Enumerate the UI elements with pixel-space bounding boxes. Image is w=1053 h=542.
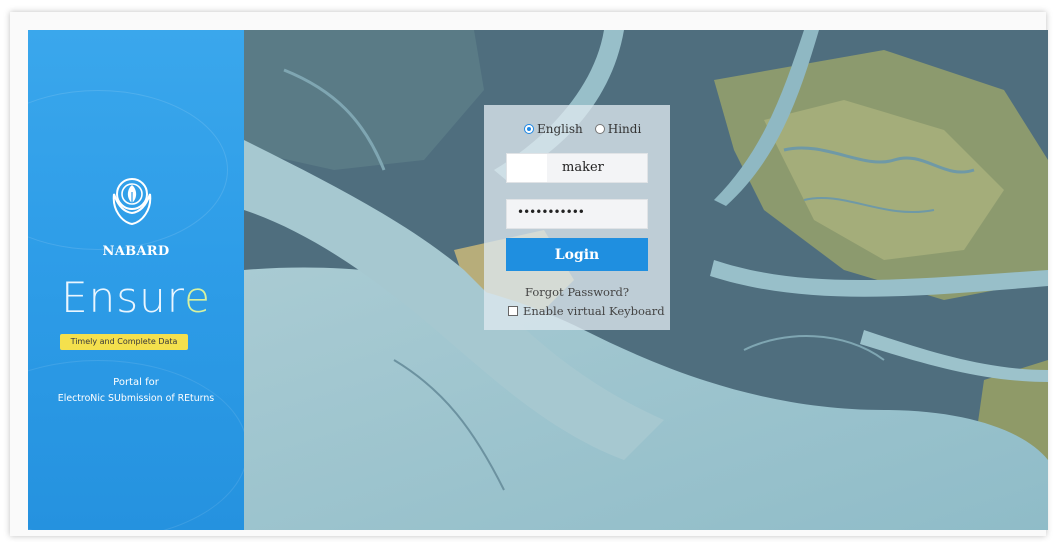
product-name: Ensur <box>61 273 185 322</box>
portal-for-label: Portal for <box>113 377 159 388</box>
language-selector: English Hindi <box>524 122 641 136</box>
portal-description: ElectroNic SUbmission of REturns <box>57 393 215 404</box>
product-tagline: Timely and Complete Data <box>60 334 188 350</box>
product-name-accent: e <box>184 273 211 322</box>
virtual-keyboard-label[interactable]: Enable virtual Keyboard <box>523 304 665 318</box>
nabard-logo-icon <box>112 178 152 226</box>
redaction-box <box>507 154 547 182</box>
virtual-keyboard-checkbox[interactable] <box>508 306 518 316</box>
product-logo-text: Ensure <box>28 273 244 322</box>
login-card: English Hindi maker ••••••••••• Login Fo… <box>484 105 670 330</box>
hindi-label[interactable]: Hindi <box>608 122 642 136</box>
hindi-radio[interactable] <box>594 124 605 134</box>
login-button[interactable]: Login <box>506 238 648 271</box>
forgot-password-link[interactable]: Forgot Password? <box>484 285 670 299</box>
english-label[interactable]: English <box>537 122 583 136</box>
username-field[interactable]: maker <box>506 153 648 183</box>
english-radio[interactable] <box>524 124 534 134</box>
login-page: NABARD Ensure Timely and Complete Data P… <box>28 30 1048 530</box>
username-value: maker <box>562 160 604 175</box>
org-name: NABARD <box>102 244 170 259</box>
brand-panel: NABARD Ensure Timely and Complete Data P… <box>28 30 244 530</box>
virtual-keyboard-option[interactable]: Enable virtual Keyboard <box>508 304 665 318</box>
password-field[interactable]: ••••••••••• <box>506 199 648 229</box>
password-value: ••••••••••• <box>517 205 585 219</box>
